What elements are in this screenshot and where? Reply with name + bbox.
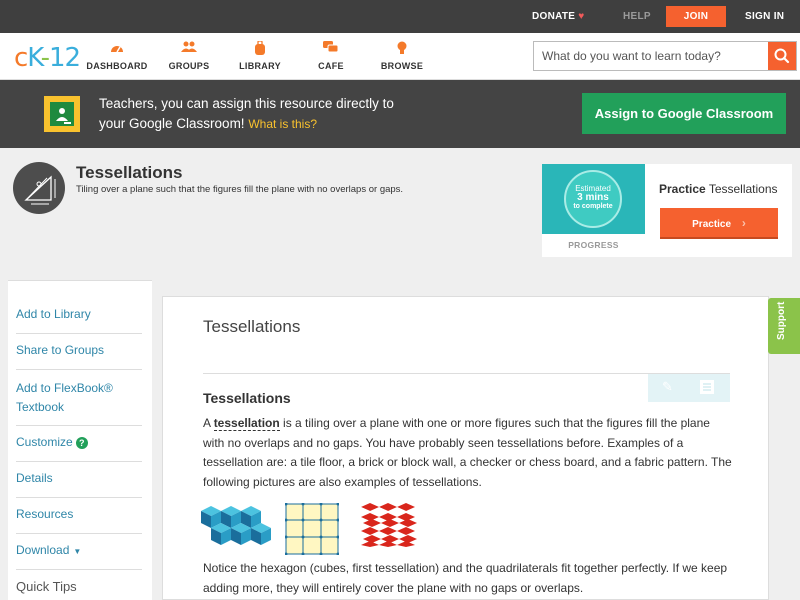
caret-down-icon: ▼ <box>73 547 82 556</box>
pencil-icon[interactable]: ✎ <box>662 379 673 395</box>
ck12-logo[interactable]: cK-12 <box>14 43 81 73</box>
assign-to-google-classroom-button[interactable]: Assign to Google Classroom <box>582 93 786 134</box>
sidebar-item-add-to-library[interactable]: Add to Library <box>16 298 142 334</box>
cube-pattern <box>201 506 271 545</box>
cube-tessellation-image <box>201 506 271 545</box>
parallelogram-pattern <box>361 503 417 547</box>
practice-button[interactable]: Practice › <box>660 208 778 239</box>
join-button[interactable]: JOIN <box>666 6 726 27</box>
donate-link[interactable]: DONATE ♥ <box>532 0 585 33</box>
nav-cafe[interactable]: CAFE <box>296 41 366 71</box>
lesson-title: Tessellations <box>203 317 301 336</box>
heart-icon: ♥ <box>578 11 585 22</box>
sidebar: Add to Library Share to Groups Add to Fl… <box>8 280 152 600</box>
people-icon <box>154 41 224 57</box>
quick-tips-heading: Quick Tips <box>16 579 77 594</box>
google-classroom-banner: Teachers, you can assign this resource d… <box>0 80 800 148</box>
nav-dashboard[interactable]: DASHBOARD <box>82 41 152 71</box>
speedometer-icon <box>82 41 152 57</box>
sidebar-item-add-to-flexbook[interactable]: Add to FlexBook® Textbook <box>16 370 142 426</box>
concept-title: Tessellations <box>76 163 183 182</box>
search-input[interactable] <box>534 42 768 70</box>
parallelogram-tessellation-image <box>361 503 417 547</box>
section-title: Tessellations <box>203 390 291 406</box>
sign-in-link[interactable]: SIGN IN <box>745 0 784 33</box>
top-bar: DONATE ♥ HELP JOIN SIGN IN <box>0 0 800 33</box>
lightbulb-icon <box>367 41 437 57</box>
google-classroom-icon <box>44 96 80 132</box>
banner-message: Teachers, you can assign this resource d… <box>99 96 394 131</box>
search-icon <box>774 48 790 64</box>
practice-card: Estimated 3 mins to complete PROGRESS Pr… <box>542 164 792 257</box>
estimated-time-badge: Estimated 3 mins to complete <box>564 170 622 228</box>
edit-tools: ✎ <box>648 374 730 402</box>
nav-browse[interactable]: BROWSE <box>367 41 437 71</box>
sidebar-item-resources[interactable]: Resources <box>16 498 142 534</box>
practice-thumbnail[interactable]: Estimated 3 mins to complete <box>542 164 645 234</box>
sidebar-item-customize[interactable]: Customize? <box>16 426 142 462</box>
what-is-this-link[interactable]: What is this? <box>248 117 317 131</box>
sidebar-item-download[interactable]: Download ▼ <box>16 534 142 570</box>
progress-label: PROGRESS <box>568 240 619 250</box>
practice-title: Practice Tessellations <box>659 182 778 196</box>
square-grid-pattern <box>285 503 339 555</box>
concept-header: Tessellations Tiling over a plane such t… <box>0 148 800 268</box>
main-nav: cK-12 DASHBOARD GROUPS LIBRARY CAFE BROW… <box>0 33 800 80</box>
support-tab[interactable]: Support <box>768 298 800 354</box>
nav-library[interactable]: LIBRARY <box>225 40 295 71</box>
concept-description: Tiling over a plane such that the figure… <box>76 184 404 195</box>
geometry-concept-icon <box>13 162 65 214</box>
search-button[interactable] <box>768 42 796 70</box>
chevron-right-icon: › <box>741 215 746 230</box>
backpack-icon <box>225 40 295 57</box>
paragraph-explanation: Notice the hexagon (cubes, first tessell… <box>203 561 728 595</box>
note-icon[interactable] <box>700 380 714 394</box>
glossary-term-tessellation[interactable]: tessellation <box>213 416 280 431</box>
lesson-content: Tessellations ✎ Tessellations A tessella… <box>162 296 769 600</box>
search-box <box>533 41 797 71</box>
sidebar-item-share-to-groups[interactable]: Share to Groups <box>16 334 142 370</box>
sidebar-item-details[interactable]: Details <box>16 462 142 498</box>
chat-icon <box>296 41 366 57</box>
help-link[interactable]: HELP <box>623 0 651 33</box>
paragraph-definition: A tessellation is a tiling over a plane … <box>203 416 732 489</box>
help-icon[interactable]: ? <box>75 437 88 449</box>
square-tessellation-image <box>285 503 339 555</box>
nav-groups[interactable]: GROUPS <box>154 41 224 71</box>
